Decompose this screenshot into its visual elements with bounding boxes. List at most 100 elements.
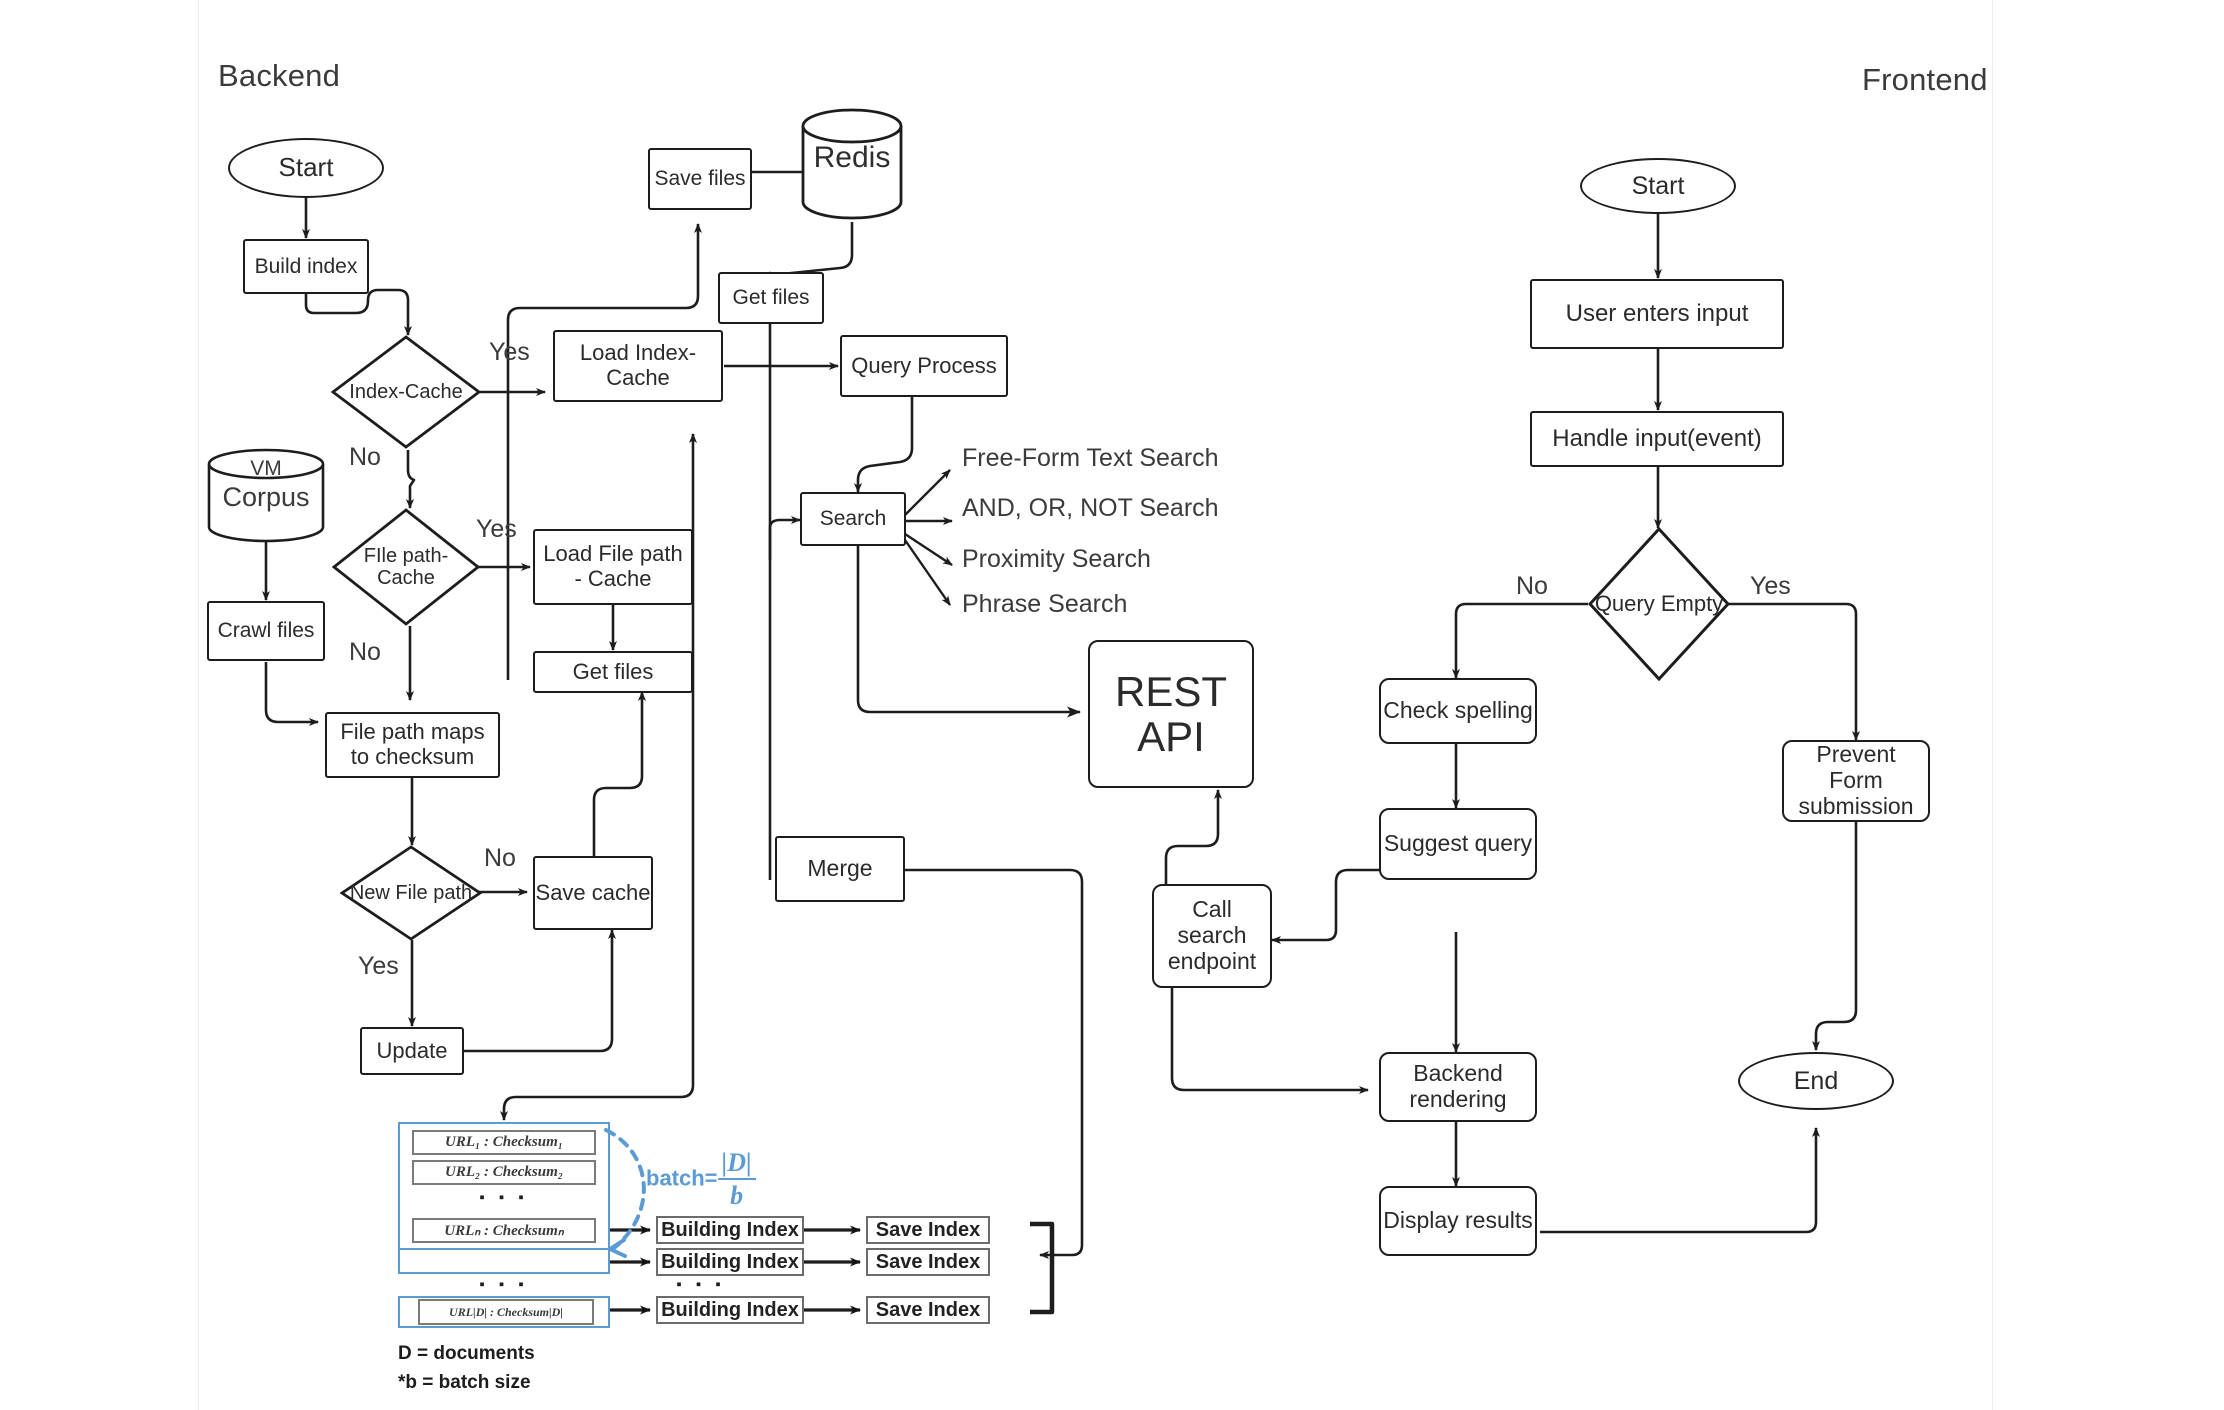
- get-files-left-label: Get files: [572, 658, 654, 684]
- building-index-2-label: Building Index: [661, 1250, 799, 1273]
- backend-rendering-label: Backend rendering: [1409, 1060, 1507, 1112]
- frontend-start-label: Start: [1631, 172, 1685, 200]
- query-process-label: Query Process: [851, 352, 997, 378]
- load-index-cache-node[interactable]: Load Index-Cache: [553, 330, 723, 402]
- file-path-cache-no-label: No: [349, 638, 381, 666]
- right-divider-rule: [1992, 0, 1993, 1410]
- batch-formula: batch= |D| b: [646, 1148, 756, 1211]
- file-path-maps-node[interactable]: File path maps to checksum: [325, 712, 500, 778]
- crawl-files-label: Crawl files: [217, 619, 315, 643]
- file-path-cache-decision[interactable]: FIle path-Cache: [332, 508, 480, 626]
- batch-row-3-label: URLₙ : Checksumₙ: [444, 1223, 564, 1239]
- new-file-path-yes-label: Yes: [358, 952, 399, 980]
- get-files-left-node[interactable]: Get files: [533, 651, 693, 693]
- backend-start-node[interactable]: Start: [228, 138, 384, 198]
- index-cache-yes-label: Yes: [489, 338, 530, 366]
- prevent-form-submission-node[interactable]: Prevent Form submission: [1782, 740, 1930, 822]
- handle-input-node[interactable]: Handle input(event): [1530, 411, 1784, 467]
- search-mode-phrase: Phrase Search: [962, 590, 1128, 618]
- query-empty-yes-label: Yes: [1750, 572, 1791, 600]
- backend-section-title: Backend: [218, 58, 341, 93]
- building-index-1-label: Building Index: [661, 1218, 799, 1241]
- display-results-label: Display results: [1383, 1207, 1533, 1234]
- load-file-path-cache-label: Load File path - Cache: [543, 541, 683, 591]
- index-cache-decision[interactable]: Index-Cache: [331, 335, 481, 449]
- batch-numerator: |D|: [717, 1148, 756, 1180]
- merge-label: Merge: [807, 855, 873, 882]
- save-index-3[interactable]: Save Index: [866, 1296, 990, 1324]
- frontend-end-node[interactable]: End: [1738, 1052, 1894, 1110]
- batch-formula-label: batch=: [646, 1165, 718, 1191]
- building-index-2[interactable]: Building Index: [656, 1248, 804, 1276]
- update-label: Update: [376, 1037, 448, 1063]
- diagram-canvas: Backend Start Build index Index-Cache Ye…: [0, 0, 2224, 1410]
- update-node[interactable]: Update: [360, 1027, 464, 1075]
- frontend-section-title: Frontend: [1862, 62, 1988, 97]
- search-node[interactable]: Search: [800, 492, 906, 546]
- vm-label: VM: [250, 457, 282, 480]
- save-index-1[interactable]: Save Index: [866, 1216, 990, 1244]
- redis-label: Redis: [813, 141, 891, 174]
- handle-input-label: Handle input(event): [1552, 424, 1762, 452]
- save-files-label: Save files: [654, 167, 746, 191]
- check-spelling-node[interactable]: Check spelling: [1379, 678, 1537, 744]
- corpus-label: Corpus: [222, 482, 310, 512]
- left-divider-rule: [198, 0, 199, 1410]
- redis-datastore[interactable]: Redis: [800, 108, 904, 222]
- user-enters-input-node[interactable]: User enters input: [1530, 279, 1784, 349]
- backend-start-label: Start: [278, 152, 334, 183]
- load-file-path-cache-node[interactable]: Load File path - Cache: [533, 529, 693, 605]
- query-empty-decision[interactable]: Query Empty: [1588, 527, 1730, 681]
- query-empty-label: Query Empty: [1594, 590, 1724, 616]
- vm-corpus-datastore[interactable]: VM Corpus: [206, 448, 326, 543]
- building-index-1[interactable]: Building Index: [656, 1216, 804, 1244]
- save-files-node[interactable]: Save files: [648, 148, 752, 210]
- batch-ellipsis-1: ▪ ▪ ▪: [479, 1189, 529, 1206]
- query-process-node[interactable]: Query Process: [840, 335, 1008, 397]
- batch-row-last: URL|D| : Checksum|D|: [418, 1299, 594, 1325]
- rest-api-label: REST API: [1114, 667, 1227, 760]
- call-search-endpoint-label: Call search endpoint: [1167, 896, 1257, 974]
- index-cache-no-label: No: [349, 443, 381, 471]
- batch-row-3: URLₙ : Checksumₙ: [412, 1218, 596, 1243]
- prevent-form-submission-label: Prevent Form submission: [1798, 741, 1914, 819]
- batch-group-2: [398, 1248, 610, 1274]
- batch-ellipsis-2: ▪ ▪ ▪: [479, 1276, 529, 1293]
- batch-legend-line-1: D = documents: [398, 1343, 535, 1364]
- suggest-query-node[interactable]: Suggest query: [1379, 808, 1537, 880]
- building-index-3[interactable]: Building Index: [656, 1296, 804, 1324]
- save-index-2[interactable]: Save Index: [866, 1248, 990, 1276]
- building-index-3-label: Building Index: [661, 1298, 799, 1321]
- search-label: Search: [819, 507, 887, 531]
- display-results-node[interactable]: Display results: [1379, 1186, 1537, 1256]
- build-index-node[interactable]: Build index: [243, 239, 369, 294]
- call-search-endpoint-node[interactable]: Call search endpoint: [1152, 884, 1272, 988]
- save-index-1-label: Save Index: [875, 1218, 981, 1241]
- batch-denominator: b: [730, 1180, 744, 1210]
- batch-ellipsis-3: ▪ ▪ ▪: [676, 1276, 726, 1293]
- frontend-start-node[interactable]: Start: [1580, 158, 1736, 214]
- batch-row-1: URL₁ : Checksum₁: [412, 1130, 596, 1155]
- batch-row-1-label: URL₁ : Checksum₁: [445, 1134, 563, 1150]
- file-path-cache-label: FIle path-Cache: [363, 544, 449, 589]
- new-file-path-label: New File path: [349, 881, 473, 904]
- check-spelling-label: Check spelling: [1383, 697, 1533, 724]
- file-path-maps-label: File path maps to checksum: [340, 719, 485, 769]
- get-files-top-label: Get files: [732, 286, 810, 310]
- search-mode-free-form: Free-Form Text Search: [962, 444, 1219, 472]
- merge-node[interactable]: Merge: [775, 836, 905, 902]
- save-cache-node[interactable]: Save cache: [533, 856, 653, 930]
- new-file-path-decision[interactable]: New File path: [340, 845, 482, 941]
- get-files-top-node[interactable]: Get files: [718, 272, 824, 324]
- backend-rendering-node[interactable]: Backend rendering: [1379, 1052, 1537, 1122]
- frontend-end-label: End: [1793, 1067, 1839, 1095]
- search-mode-boolean: AND, OR, NOT Search: [962, 494, 1219, 522]
- save-index-3-label: Save Index: [875, 1298, 981, 1321]
- file-path-cache-yes-label: Yes: [476, 515, 517, 543]
- batch-row-2-label: URL₂ : Checksum₂: [445, 1164, 563, 1180]
- batch-row-2: URL₂ : Checksum₂: [412, 1160, 596, 1185]
- search-mode-proximity: Proximity Search: [962, 545, 1151, 573]
- user-enters-input-label: User enters input: [1565, 299, 1749, 327]
- crawl-files-node[interactable]: Crawl files: [207, 601, 325, 661]
- rest-api-node[interactable]: REST API: [1088, 640, 1254, 788]
